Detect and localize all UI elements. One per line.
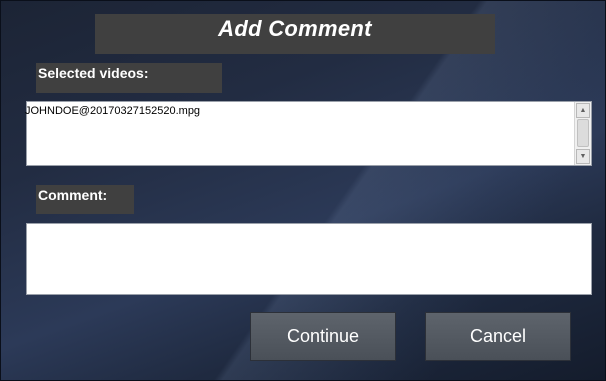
scroll-down-arrow-icon[interactable]: ▼ [576,149,590,164]
scroll-thumb[interactable] [577,119,589,147]
scroll-up-arrow-icon[interactable]: ▲ [576,103,590,118]
selected-videos-list[interactable]: JOHNDOE@20170327152520.mpg ▲ ▼ [25,101,592,166]
list-item[interactable]: JOHNDOE@20170327152520.mpg [25,105,200,117]
dialog-title: Add Comment [218,16,372,41]
continue-button[interactable]: Continue [250,312,396,361]
selected-videos-label: Selected videos: [36,63,222,93]
list-scrollbar[interactable]: ▲ ▼ [574,102,591,165]
add-comment-dialog: Add Comment Selected videos: JOHNDOE@201… [0,0,606,381]
comment-input[interactable] [26,223,592,295]
cancel-button[interactable]: Cancel [425,312,571,361]
comment-label: Comment: [36,185,134,214]
